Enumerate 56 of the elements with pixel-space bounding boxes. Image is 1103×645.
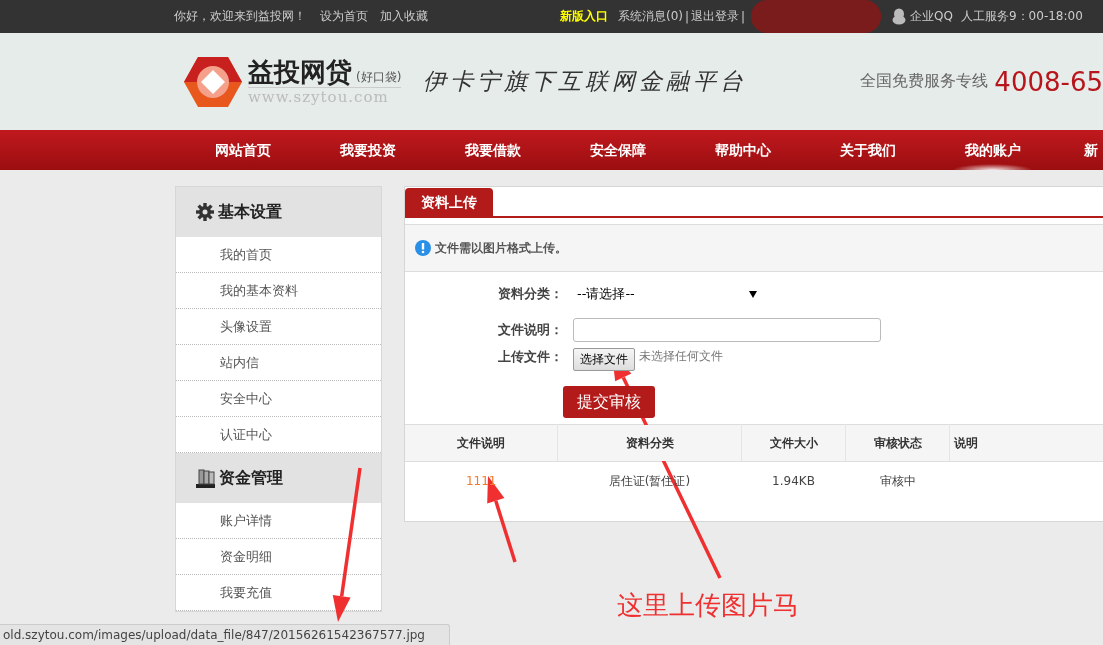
- info-icon: [415, 240, 431, 256]
- panel-tab[interactable]: 资料上传: [405, 188, 493, 216]
- nav-item[interactable]: 我要借款: [430, 130, 555, 170]
- column-header: 文件说明: [405, 424, 558, 462]
- sidebar-item[interactable]: 资金明细: [176, 539, 381, 575]
- brand-note: (好口袋): [356, 70, 402, 84]
- slogan: 伊卡宁旗下互联网金融平台: [423, 67, 748, 96]
- annotation-text: 这里上传图片马: [617, 589, 799, 622]
- field-label: 资料分类：: [497, 285, 564, 303]
- hotline-label: 全国免费服务专线: [860, 71, 989, 92]
- gear-icon: [196, 203, 214, 221]
- logo-icon: [184, 55, 242, 108]
- dropdown-caret-icon: [749, 290, 757, 298]
- nav-item[interactable]: 帮助中心: [680, 130, 805, 170]
- notice-text: 文件需以图片格式上传。: [435, 239, 567, 257]
- nav-item[interactable]: 关于我们: [805, 130, 930, 170]
- top-link[interactable]: 设为首页: [320, 8, 368, 25]
- status-url: old.szytou.com/images/upload/data_file/847/20156261542367577.jpg: [3, 628, 425, 642]
- brand-name: 益投网贷: [248, 57, 352, 87]
- hotline-number: 4008-65: [994, 66, 1103, 97]
- sidebar-item[interactable]: 账户详情: [176, 503, 381, 539]
- qq-link[interactable]: 企业QQ: [891, 8, 953, 25]
- input-field[interactable]: [573, 318, 881, 342]
- submit-button[interactable]: 提交审核: [563, 386, 655, 418]
- top-link[interactable]: 系统消息(0): [618, 8, 683, 25]
- section-title: 资金管理: [219, 467, 283, 489]
- sidebar-item[interactable]: 头像设置: [176, 309, 381, 345]
- field-label: 上传文件：: [497, 348, 564, 366]
- sidebar-item[interactable]: 站内信: [176, 345, 381, 381]
- section-title: 基本设置: [218, 201, 282, 223]
- top-link[interactable]: 退出登录: [691, 8, 740, 25]
- choose-file-button[interactable]: 选择文件: [573, 348, 635, 371]
- file-status: 未选择任何文件: [639, 348, 723, 365]
- service-hours: 人工服务9：00-18:00: [961, 8, 1083, 25]
- top-link[interactable]: 加入收藏: [380, 8, 428, 25]
- column-header: 说明: [949, 424, 1103, 462]
- field-label: 文件说明：: [497, 321, 564, 339]
- table-cell: 审核中: [879, 473, 916, 488]
- new-version-link[interactable]: 新版入口: [560, 8, 608, 25]
- separator: |: [741, 9, 746, 24]
- column-header: 审核状态: [845, 424, 950, 462]
- sidebar-item[interactable]: 安全中心: [176, 381, 381, 417]
- separator: |: [685, 9, 690, 24]
- sidebar-item[interactable]: 我的基本资料: [176, 273, 381, 309]
- nav-item[interactable]: 我要投资: [305, 130, 430, 170]
- nav-item[interactable]: 安全保障: [555, 130, 680, 170]
- nav-item[interactable]: 网站首页: [180, 130, 305, 170]
- greeting-text: 你好，欢迎来到益投网！: [174, 8, 306, 25]
- penguin-icon: [891, 8, 908, 25]
- category-dropdown[interactable]: --请选择--: [573, 285, 761, 303]
- books-icon: [196, 468, 215, 488]
- column-header: 文件大小: [741, 424, 846, 462]
- nav-item[interactable]: 新: [1055, 130, 1098, 170]
- table-cell: 1.94KB: [772, 474, 815, 488]
- column-header: 资料分类: [557, 424, 742, 462]
- sidebar-item[interactable]: 我的首页: [176, 237, 381, 273]
